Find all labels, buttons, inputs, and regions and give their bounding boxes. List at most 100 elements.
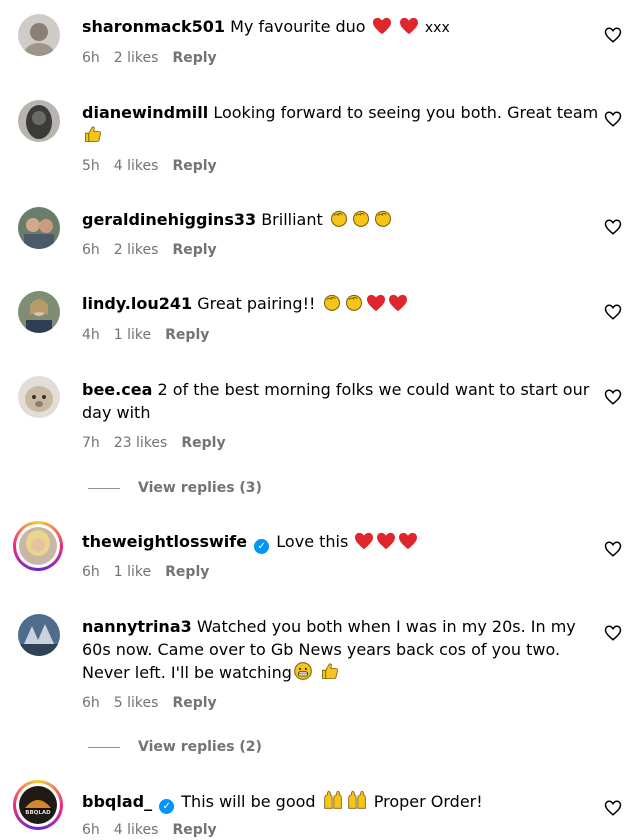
comment-time: 5h [82,158,100,174]
comment-time: 6h [82,695,100,711]
raised-hands-icon [322,790,344,816]
reply-button[interactable]: Reply [172,242,216,258]
comment-meta: 7h 23 likes Reply [82,435,226,451]
comment-body: My favourite duo [230,17,366,36]
comment-meta: 6h 2 likes Reply [82,50,217,66]
heart-icon [372,17,392,41]
comment-username[interactable]: sharonmack501 [82,17,225,36]
comment-text: bee.cea 2 of the best morning folks we c… [82,378,602,424]
avatar-ring-inner: BBQLAD [16,783,60,827]
comment-meta: 6h 4 likes Reply [82,822,217,838]
clap-icon [351,208,371,234]
avatar[interactable] [18,291,60,333]
comment-likes[interactable]: 5 likes [114,695,159,711]
view-replies-button[interactable]: View replies (2) [88,739,262,755]
comment-body: Love this [276,532,349,551]
view-replies-label[interactable]: View replies (2) [138,739,262,755]
comment-body: Looking forward to seeing you both. Grea… [213,103,599,122]
clap-icon [329,208,349,234]
comment-likes[interactable]: 1 like [114,327,151,343]
heart-outline-icon[interactable] [604,624,622,642]
heart-outline-icon[interactable] [604,110,622,128]
heart-outline-icon[interactable] [604,26,622,44]
view-replies-label[interactable]: View replies (3) [138,480,262,496]
comment-text: sharonmack501 My favourite duo xxx [82,15,602,41]
heart-icon [398,532,418,556]
avatar[interactable]: BBQLAD [13,780,63,830]
thumbs-up-icon [320,661,340,687]
reply-button[interactable]: Reply [172,822,216,838]
comment-likes[interactable]: 2 likes [114,242,159,258]
clap-icon [322,292,342,318]
comment-text: dianewindmill Looking forward to seeing … [82,101,602,150]
comment-extra: xxx [424,20,450,36]
comment-meta: 6h 5 likes Reply [82,695,217,711]
comment-likes[interactable]: 1 like [114,564,151,580]
comment-body: Brilliant [261,210,323,229]
comment-username[interactable]: lindy.lou241 [82,294,192,313]
comment-text: nannytrina3 Watched you both when I was … [82,615,602,687]
comment-body: 2 of the best morning folks we could wan… [82,380,590,422]
thumbs-up-icon [83,124,103,150]
reply-button[interactable]: Reply [172,158,216,174]
divider [88,487,120,489]
comment-username[interactable]: bee.cea [82,380,152,399]
comment-username[interactable]: dianewindmill [82,103,208,122]
verified-badge-icon: ✓ [159,799,175,814]
verified-badge-icon: ✓ [254,539,270,554]
raised-hands-icon [346,790,368,816]
heart-outline-icon[interactable] [604,388,622,406]
reply-button[interactable]: Reply [165,564,209,580]
comment-likes[interactable]: 23 likes [114,435,168,451]
comment-time: 6h [82,822,100,838]
avatar-ring-inner [16,524,60,568]
heart-outline-icon[interactable] [604,540,622,558]
svg-text:BBQLAD: BBQLAD [25,810,51,816]
comment-text: theweightlosswife ✓ Love this [82,530,602,556]
comment-username[interactable]: geraldinehiggins33 [82,210,256,229]
comment-extra: Proper Order! [373,792,483,811]
comment-meta: 6h 1 like Reply [82,564,209,580]
heart-icon [376,532,396,556]
comment-time: 4h [82,327,100,343]
avatar[interactable] [18,14,60,56]
heart-icon [388,294,408,318]
grin-icon [293,661,313,687]
avatar[interactable] [18,376,60,418]
heart-outline-icon[interactable] [604,218,622,236]
heart-outline-icon[interactable] [604,303,622,321]
comment-meta: 5h 4 likes Reply [82,158,217,174]
avatar[interactable] [18,207,60,249]
reply-button[interactable]: Reply [172,50,216,66]
comment-time: 6h [82,50,100,66]
heart-icon [354,532,374,556]
comment-likes[interactable]: 4 likes [114,158,159,174]
reply-button[interactable]: Reply [181,435,225,451]
comment-likes[interactable]: 4 likes [114,822,159,838]
comment-username[interactable]: nannytrina3 [82,617,192,636]
avatar[interactable] [18,614,60,656]
comment-likes[interactable]: 2 likes [114,50,159,66]
reply-button[interactable]: Reply [172,695,216,711]
avatar[interactable] [18,100,60,142]
comment-text: bbqlad_ ✓ This will be good Proper Order… [82,790,602,816]
comment-time: 6h [82,564,100,580]
clap-icon [373,208,393,234]
comment-meta: 6h 2 likes Reply [82,242,217,258]
comment-body: This will be good [181,792,316,811]
comment-time: 7h [82,435,100,451]
comment-text: lindy.lou241 Great pairing!! [82,292,602,318]
reply-button[interactable]: Reply [165,327,209,343]
comment-body: Great pairing!! [197,294,316,313]
comment-username[interactable]: theweightlosswife [82,532,247,551]
heart-icon [366,294,386,318]
view-replies-button[interactable]: View replies (3) [88,480,262,496]
heart-outline-icon[interactable] [604,799,622,817]
comment-meta: 4h 1 like Reply [82,327,209,343]
divider [88,746,120,748]
comment-time: 6h [82,242,100,258]
avatar[interactable] [13,521,63,571]
comment-username[interactable]: bbqlad_ [82,792,152,811]
heart-icon [399,17,419,41]
avatar-image [19,527,57,565]
